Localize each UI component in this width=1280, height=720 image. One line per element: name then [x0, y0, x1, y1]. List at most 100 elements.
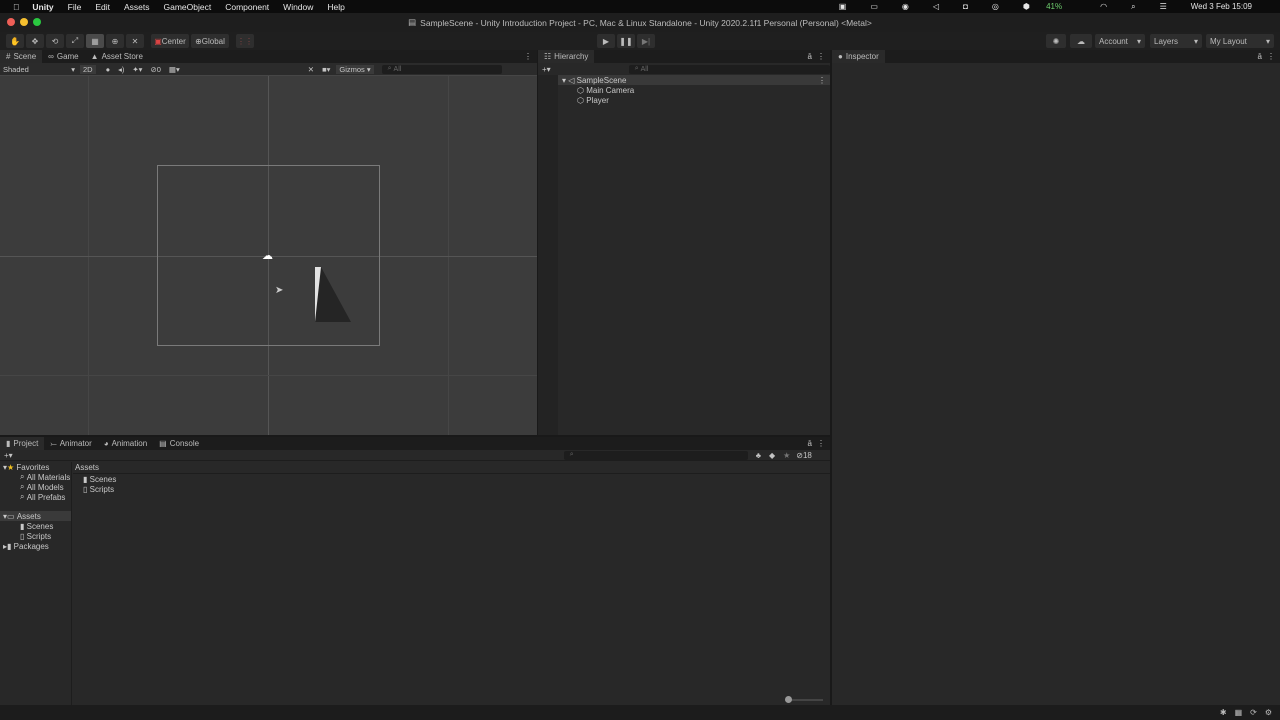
lighting-status-icon[interactable]: ⚙ [1265, 708, 1272, 717]
filter-type-icon[interactable]: ♣ [756, 451, 761, 460]
more-options-icon[interactable]: ⋮ [817, 50, 825, 63]
clock[interactable]: Wed 3 Feb 15:09 [1191, 2, 1252, 11]
folder-item[interactable]: ▮ Scenes [0, 521, 71, 531]
camera-icon[interactable]: ■▾ [322, 65, 330, 74]
step-button[interactable]: ▶| [637, 34, 655, 48]
hidden-objects-toggle[interactable]: ⊘0 [150, 65, 160, 74]
scene-search-input[interactable]: ⌕ All [381, 64, 502, 74]
slider-handle[interactable] [785, 696, 792, 703]
lighting-icon[interactable]: ● [106, 65, 111, 74]
breadcrumb[interactable]: Assets [73, 462, 830, 474]
pivot-global-button[interactable]: ⊕ Global [191, 34, 229, 48]
asset-item[interactable]: ▯ Scripts [73, 484, 830, 494]
control-center-icon[interactable]: ☰ [1160, 2, 1167, 11]
scene-view[interactable]: ☁ ➤ [0, 75, 537, 435]
asset-item[interactable]: ▮ Scenes [73, 474, 830, 484]
hierarchy-search-input[interactable]: ⌕ All [628, 64, 830, 74]
tools-icon[interactable]: ✕ [308, 65, 314, 74]
move-tool-icon[interactable]: ✥ [26, 34, 44, 48]
hand-tool-icon[interactable]: ✋ [6, 34, 24, 48]
menu-unity[interactable]: Unity [32, 2, 53, 12]
favorite-star-icon[interactable]: ★ [783, 451, 790, 460]
hidden-packages-toggle[interactable]: ⊘18 [796, 451, 812, 460]
tab-project[interactable]: ▮ Project [0, 437, 45, 450]
favorites-row[interactable]: ▾ ★ Favorites [0, 462, 71, 472]
wifi-icon[interactable]: ◠ [1100, 2, 1107, 11]
rect-tool-icon[interactable]: ▦ [86, 34, 104, 48]
display-icon[interactable]: ▭ [870, 2, 878, 11]
favorite-item[interactable]: ⌕ All Models [0, 482, 71, 492]
lock-icon[interactable]: ā [808, 437, 812, 450]
menu-file[interactable]: File [68, 2, 82, 12]
cloud-icon[interactable]: ☁ [1070, 34, 1092, 48]
menu-assets[interactable]: Assets [124, 2, 150, 12]
menu-window[interactable]: Window [283, 2, 313, 12]
close-window-button[interactable] [7, 18, 15, 26]
lock-icon[interactable]: ā [1258, 50, 1262, 63]
account-dropdown[interactable]: Account ▾ [1095, 34, 1145, 48]
app-icon[interactable]: ◉ [902, 2, 909, 11]
tab-inspector[interactable]: ● Inspector [832, 50, 885, 63]
more-options-icon[interactable]: ⋮ [524, 50, 532, 63]
spotlight-search-icon[interactable]: ⌕ [1131, 2, 1135, 12]
2d-toggle[interactable]: 2D [80, 64, 96, 74]
layout-dropdown[interactable]: My Layout ▾ [1206, 34, 1274, 48]
minimize-window-button[interactable] [20, 18, 28, 26]
collab-status-icon[interactable]: ⟳ [1250, 708, 1257, 717]
layers-dropdown[interactable]: Layers ▾ [1150, 34, 1202, 48]
grid-snap-icon[interactable]: ▦▾ [169, 65, 180, 74]
favorite-item[interactable]: ⌕ All Prefabs [0, 492, 71, 502]
lock-icon[interactable]: ā [808, 50, 812, 63]
filter-label-icon[interactable]: ◆ [769, 451, 775, 460]
player-sprite[interactable] [315, 267, 351, 322]
more-options-icon[interactable]: ⋮ [818, 76, 826, 85]
pause-button[interactable]: ❚❚ [617, 34, 635, 48]
effects-icon[interactable]: ✦▾ [132, 65, 142, 74]
tab-console[interactable]: ▤ Console [153, 437, 205, 450]
gizmos-dropdown[interactable]: Gizmos ▾ [336, 64, 374, 74]
collab-icon[interactable]: ✺ [1046, 34, 1066, 48]
add-icon[interactable]: +▾ [4, 451, 13, 460]
tab-game[interactable]: ∞ Game [42, 50, 85, 63]
tab-scene[interactable]: # Scene [0, 50, 43, 63]
menu-component[interactable]: Component [225, 2, 269, 12]
assets-row[interactable]: ▾ ▭ Assets [0, 511, 71, 521]
more-options-icon[interactable]: ⋮ [817, 437, 825, 450]
menu-help[interactable]: Help [327, 2, 344, 12]
scale-tool-icon[interactable]: ⤢ [66, 34, 84, 48]
folder-item[interactable]: ▯ Scripts [0, 531, 71, 541]
menu-edit[interactable]: Edit [95, 2, 110, 12]
tab-hierarchy[interactable]: ☷ Hierarchy [538, 50, 595, 63]
at-icon[interactable]: ◎ [992, 2, 999, 11]
favorite-item[interactable]: ⌕ All Materials [0, 472, 71, 482]
cache-icon[interactable]: ▦ [1235, 708, 1243, 717]
snap-icon[interactable]: ⋮⋮ [236, 34, 254, 48]
tab-animator[interactable]: ⤚ Animator [44, 437, 97, 450]
zoom-window-button[interactable] [33, 18, 41, 26]
play-button[interactable]: ▶ [597, 34, 615, 48]
debug-icon[interactable]: ✱ [1220, 708, 1227, 717]
hierarchy-item[interactable]: ⬡ Player [538, 95, 830, 105]
rotate-tool-icon[interactable]: ⟲ [46, 34, 64, 48]
packages-row[interactable]: ▸ ▮ Packages [0, 541, 71, 551]
screen-record-icon[interactable]: ▣ [839, 2, 847, 11]
camera-gizmo-icon[interactable]: ☁ [262, 249, 273, 262]
audio-icon[interactable]: ◂) [118, 65, 124, 74]
transform-tool-icon[interactable]: ⊕ [106, 34, 124, 48]
pivot-center-button[interactable]: ▣ Center [151, 34, 189, 48]
custom-tool-icon[interactable]: ✕ [126, 34, 144, 48]
unity-icon[interactable]: ◁ [933, 2, 939, 11]
apple-icon[interactable]:  [13, 2, 19, 12]
project-search-input[interactable]: ⌕ [563, 450, 748, 460]
tab-animation[interactable]: ◕ Animation [98, 437, 153, 450]
shading-dropdown[interactable]: Shaded ▾ [0, 65, 75, 74]
menu-gameobject[interactable]: GameObject [164, 2, 212, 12]
more-options-icon[interactable]: ⋮ [1267, 50, 1275, 63]
icon-size-slider[interactable] [785, 696, 823, 703]
scene-row[interactable]: ▾ ◁ SampleScene ⋮ [558, 75, 830, 85]
ghost-icon[interactable]: ◘ [963, 2, 968, 11]
battery-status[interactable]: ⬢ 41% [1023, 2, 1076, 11]
tab-asset-store[interactable]: ▲ Asset Store [85, 50, 149, 63]
add-icon[interactable]: +▾ [542, 65, 551, 74]
hierarchy-item[interactable]: ⬡ Main Camera [538, 85, 830, 95]
